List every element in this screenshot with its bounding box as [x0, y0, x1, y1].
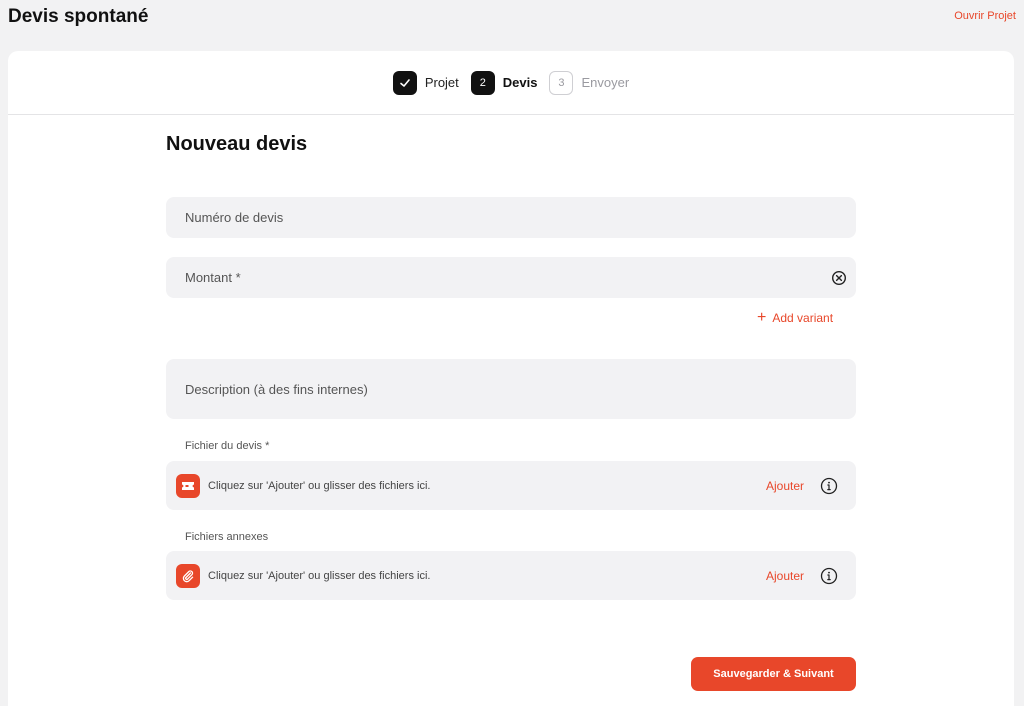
main-card: Projet 2 Devis 3 Envoyer Nouveau devis N… [8, 51, 1014, 706]
open-project-link[interactable]: Ouvrir Projet [954, 10, 1016, 22]
quote-file-label: Fichier du devis * [185, 440, 270, 452]
step-done-badge [392, 70, 417, 95]
step-label: Devis [502, 75, 538, 90]
amount-placeholder: Montant * [185, 270, 241, 285]
step-number: 2 [470, 70, 495, 95]
step-projet[interactable]: Projet [392, 70, 459, 95]
step-devis[interactable]: 2 Devis [470, 70, 538, 95]
step-label: Envoyer [581, 75, 630, 90]
step-envoyer[interactable]: 3 Envoyer [549, 70, 630, 95]
quote-file-add-button[interactable]: Ajouter [766, 479, 804, 493]
check-icon [400, 78, 410, 87]
plus-icon: + [757, 309, 767, 326]
info-icon[interactable] [820, 567, 838, 585]
save-next-button[interactable]: Sauvegarder & Suivant [691, 657, 856, 691]
info-icon[interactable] [820, 477, 838, 495]
quote-number-field[interactable]: Numéro de devis [166, 197, 856, 238]
add-variant-label: Add variant [772, 311, 834, 325]
description-field[interactable]: Description (à des fins internes) [166, 359, 856, 419]
attachments-add-button[interactable]: Ajouter [766, 569, 804, 583]
attachments-dropzone[interactable]: Cliquez sur 'Ajouter' ou glisser des fic… [166, 551, 856, 600]
clear-icon[interactable] [831, 270, 847, 286]
description-placeholder: Description (à des fins internes) [185, 381, 368, 397]
amount-field[interactable]: Montant * [166, 257, 856, 298]
quote-file-dropzone[interactable]: Cliquez sur 'Ajouter' ou glisser des fic… [166, 461, 856, 510]
step-number: 3 [549, 70, 574, 95]
ticket-icon [176, 473, 200, 498]
quote-file-hint: Cliquez sur 'Ajouter' ou glisser des fic… [208, 479, 431, 492]
stepper: Projet 2 Devis 3 Envoyer [8, 51, 1014, 115]
paperclip-icon [176, 563, 200, 588]
form-title: Nouveau devis [166, 133, 308, 155]
add-variant-button[interactable]: + Add variant [757, 309, 834, 326]
quote-number-placeholder: Numéro de devis [185, 210, 284, 225]
page-title: Devis spontané [8, 6, 149, 27]
attachments-label: Fichiers annexes [185, 531, 269, 543]
attachments-hint: Cliquez sur 'Ajouter' ou glisser des fic… [208, 569, 431, 582]
step-label: Projet [424, 75, 459, 90]
